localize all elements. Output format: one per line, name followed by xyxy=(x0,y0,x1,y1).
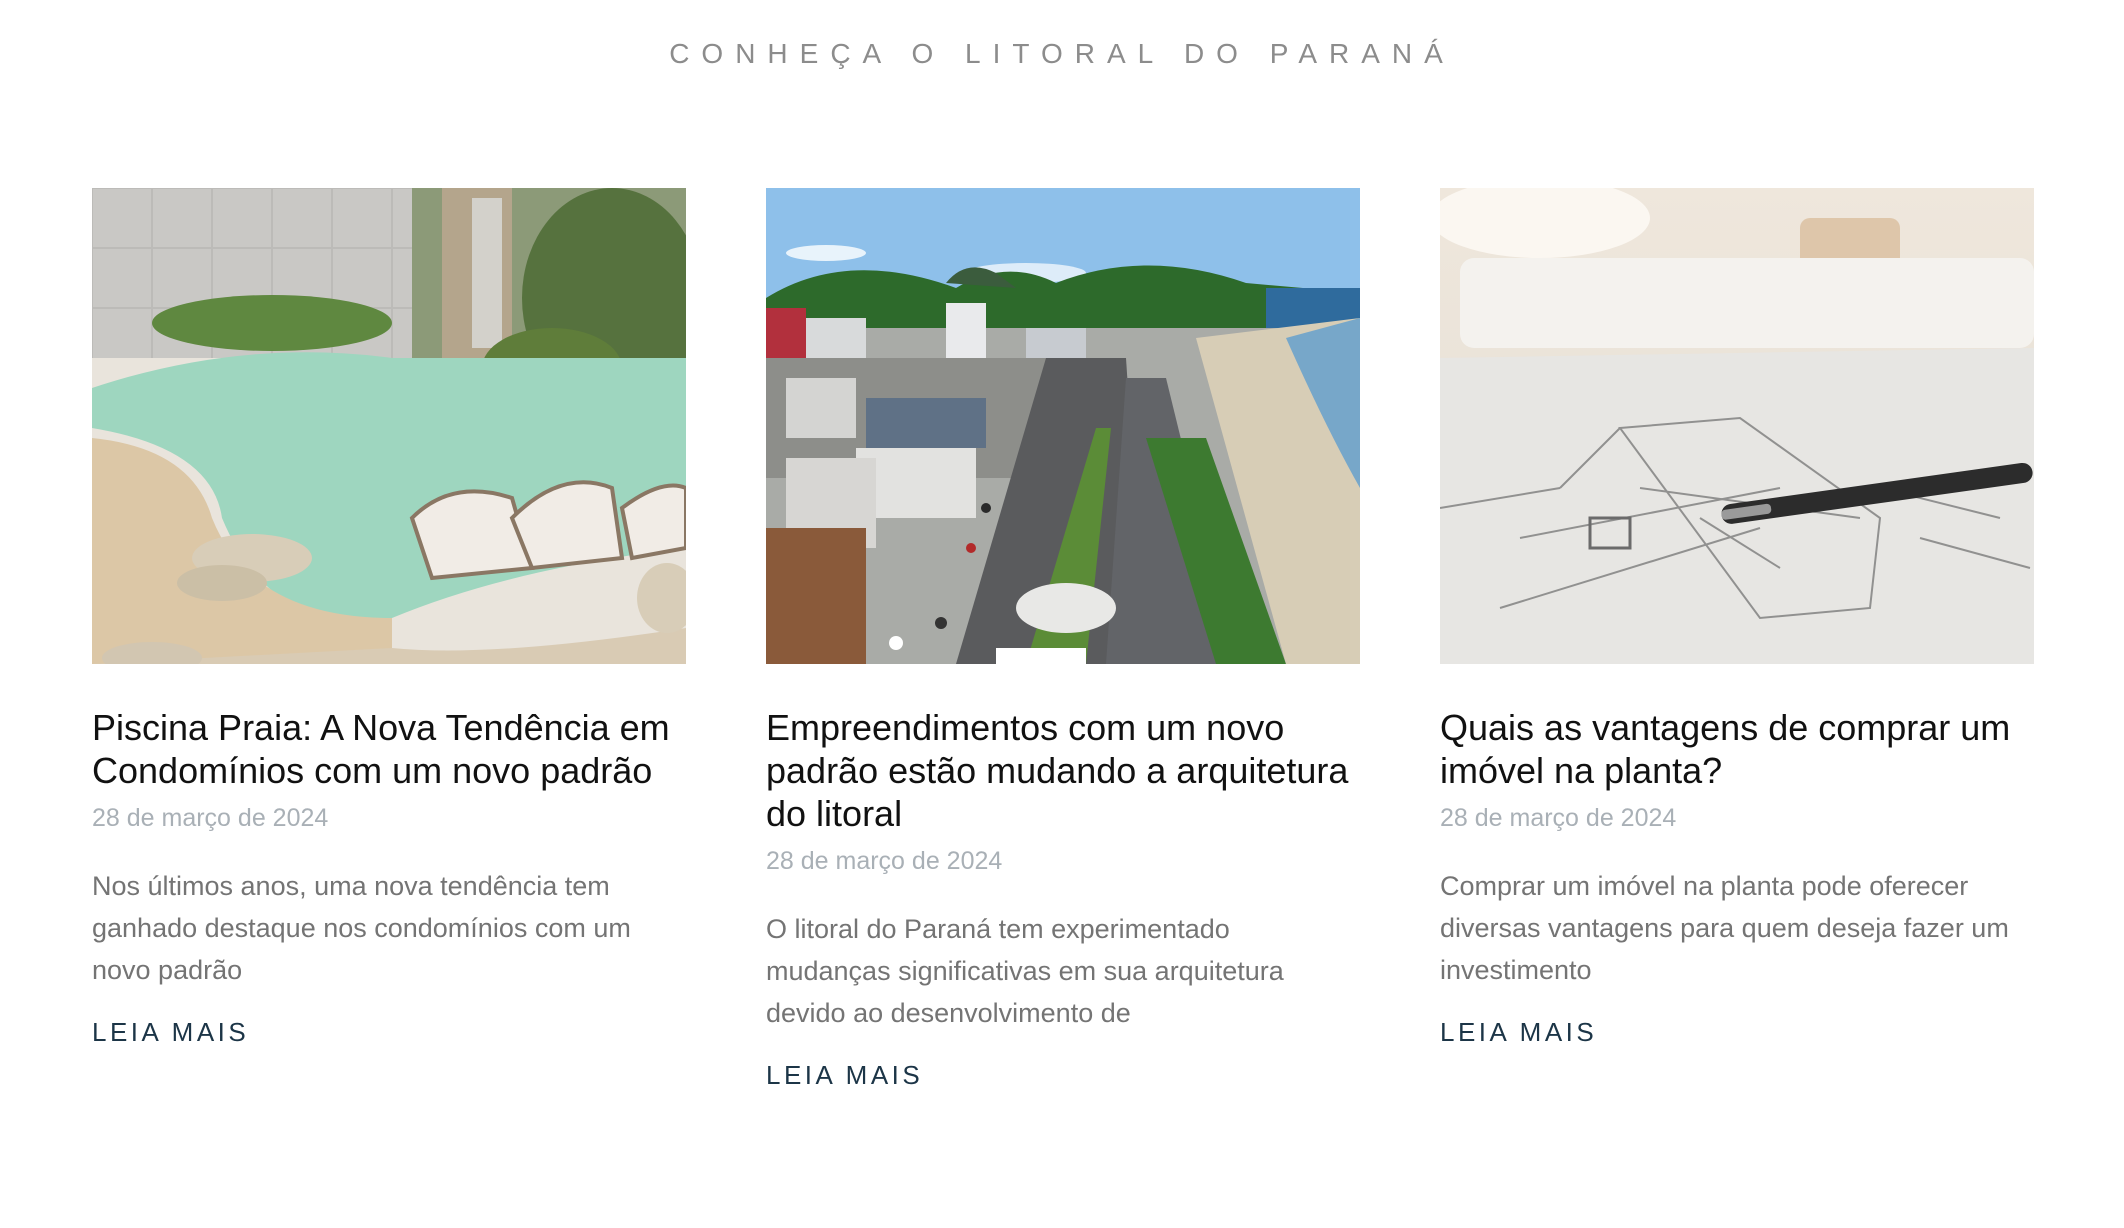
post-excerpt: Comprar um imóvel na planta pode oferece… xyxy=(1440,871,2009,985)
beach-pool-image[interactable] xyxy=(92,188,686,664)
post-title[interactable]: Empreendimentos com um novo padrão estão… xyxy=(766,706,1360,835)
post-title[interactable]: Quais as vantagens de comprar um imóvel … xyxy=(1440,706,2034,792)
floor-plan-image[interactable] xyxy=(1440,188,2034,664)
post-date: 28 de março de 2024 xyxy=(1440,804,1677,832)
read-more-link[interactable]: LEIA MAIS xyxy=(1440,1017,2034,1048)
post-date: 28 de março de 2024 xyxy=(92,804,329,832)
post-card: Quais as vantagens de comprar um imóvel … xyxy=(1440,188,2034,1091)
post-card: Piscina Praia: A Nova Tendência em Condo… xyxy=(92,188,686,1091)
read-more-link[interactable]: LEIA MAIS xyxy=(766,1060,1360,1091)
post-excerpt: Nos últimos anos, uma nova tendência tem… xyxy=(92,871,631,985)
post-card: Empreendimentos com um novo padrão estão… xyxy=(766,188,1360,1091)
post-title[interactable]: Piscina Praia: A Nova Tendência em Condo… xyxy=(92,706,686,792)
section-title: CONHEÇA O LITORAL DO PARANÁ xyxy=(669,38,1455,69)
read-more-link[interactable]: LEIA MAIS xyxy=(92,1017,686,1048)
post-excerpt: O litoral do Paraná tem experimentado mu… xyxy=(766,914,1284,1028)
post-date: 28 de março de 2024 xyxy=(766,847,1003,875)
coastal-city-image[interactable] xyxy=(766,188,1360,664)
posts-grid: Piscina Praia: A Nova Tendência em Condo… xyxy=(92,188,2034,1091)
